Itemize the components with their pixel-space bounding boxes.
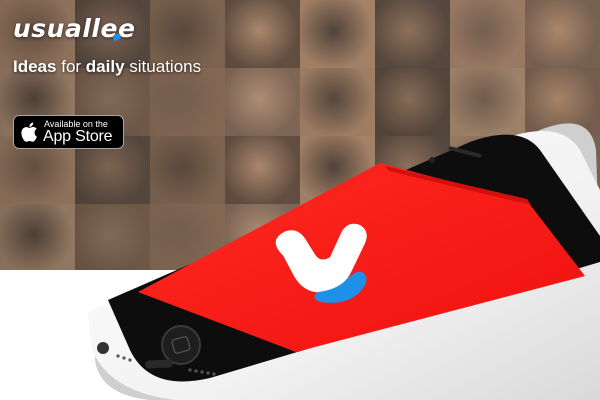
phone-illustration: [88, 123, 600, 400]
lightning-port: [145, 359, 173, 369]
home-button: [161, 325, 201, 365]
front-camera: [429, 157, 435, 163]
headphone-jack: [97, 342, 109, 354]
